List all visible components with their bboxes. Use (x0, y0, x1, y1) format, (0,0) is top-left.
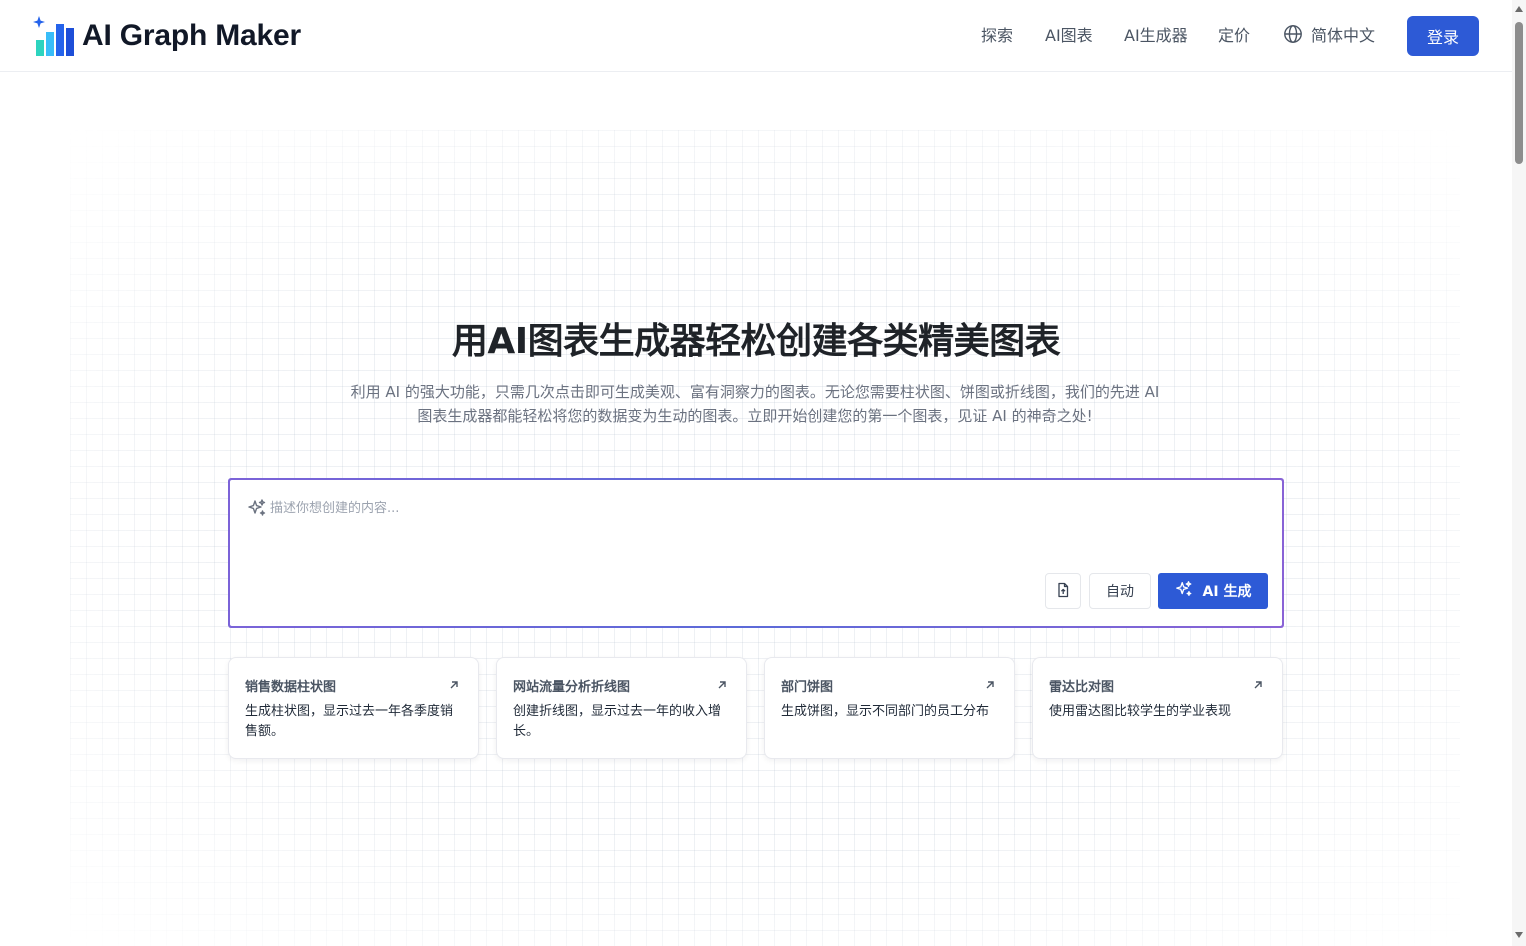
example-card-desc: 生成饼图，显示不同部门的员工分布 (781, 704, 990, 719)
example-card-radar[interactable]: 雷达比对图 使用雷达图比较学生的学业表现 (1032, 657, 1283, 759)
ai-generate-label: AI 生成 (1202, 584, 1252, 600)
nav-explore[interactable]: 探索 (981, 24, 1013, 48)
example-card-sales-bar[interactable]: 销售数据柱状图 生成柱状图，显示过去一年各季度销售额。 (228, 657, 479, 759)
example-card-title: 销售数据柱状图 (245, 680, 337, 695)
example-card-desc: 创建折线图，显示过去一年的收入增长。 (513, 704, 722, 739)
language-switcher[interactable]: 简体中文 (1283, 24, 1375, 48)
example-card-title: 网站流量分析折线图 (513, 680, 631, 695)
scroll-down-arrow-icon[interactable] (1515, 932, 1523, 938)
prompt-box-inner: 自动 AI 生成 (230, 480, 1282, 626)
ai-generate-button[interactable]: AI 生成 (1158, 573, 1268, 609)
page-subtitle: 利用 AI 的强大功能，只需几次点击即可生成美观、富有洞察力的图表。无论您需要柱… (350, 383, 1160, 425)
bar-chart-sparkle-icon (32, 14, 74, 58)
scroll-up-arrow-icon[interactable] (1515, 6, 1523, 12)
example-card-desc: 生成柱状图，显示过去一年各季度销售额。 (245, 704, 454, 739)
nav-ai-charts[interactable]: AI图表 (1045, 24, 1093, 48)
prompt-box: 自动 AI 生成 (228, 478, 1284, 628)
example-card-title: 部门饼图 (781, 680, 834, 695)
scrollbar-thumb[interactable] (1515, 22, 1523, 164)
arrow-up-right-icon (984, 676, 996, 689)
example-card-traffic-line[interactable]: 网站流量分析折线图 创建折线图，显示过去一年的收入增长。 (496, 657, 747, 759)
example-card-desc: 使用雷达图比较学生的学业表现 (1049, 704, 1232, 719)
vertical-scrollbar[interactable] (1512, 0, 1526, 946)
auto-mode-button[interactable]: 自动 (1089, 573, 1151, 609)
sparkles-icon (1175, 580, 1203, 602)
arrow-up-right-icon (1252, 676, 1264, 689)
language-label: 简体中文 (1311, 26, 1376, 45)
example-card-department-pie[interactable]: 部门饼图 生成饼图，显示不同部门的员工分布 (764, 657, 1015, 759)
brand-name: AI Graph Maker (82, 19, 301, 52)
arrow-up-right-icon (716, 676, 728, 689)
prompt-input[interactable] (270, 496, 1250, 520)
arrow-up-right-icon (448, 676, 460, 689)
nav-pricing[interactable]: 定价 (1218, 24, 1250, 48)
brand-logo[interactable]: AI Graph Maker (32, 14, 301, 58)
page: AI Graph Maker 探索 AI图表 AI生成器 定价 简体中文 登录 … (0, 0, 1526, 946)
nav-ai-generator[interactable]: AI生成器 (1124, 24, 1188, 48)
sparkles-icon (247, 498, 267, 518)
page-title: 用AI图表生成器轻松创建各类精美图表 (451, 321, 1061, 362)
upload-file-button[interactable] (1045, 573, 1081, 609)
login-button[interactable]: 登录 (1407, 16, 1479, 56)
globe-icon (1283, 24, 1303, 48)
file-upload-icon (1055, 582, 1071, 601)
example-card-title: 雷达比对图 (1049, 680, 1115, 695)
site-header: AI Graph Maker 探索 AI图表 AI生成器 定价 简体中文 登录 (0, 0, 1512, 72)
